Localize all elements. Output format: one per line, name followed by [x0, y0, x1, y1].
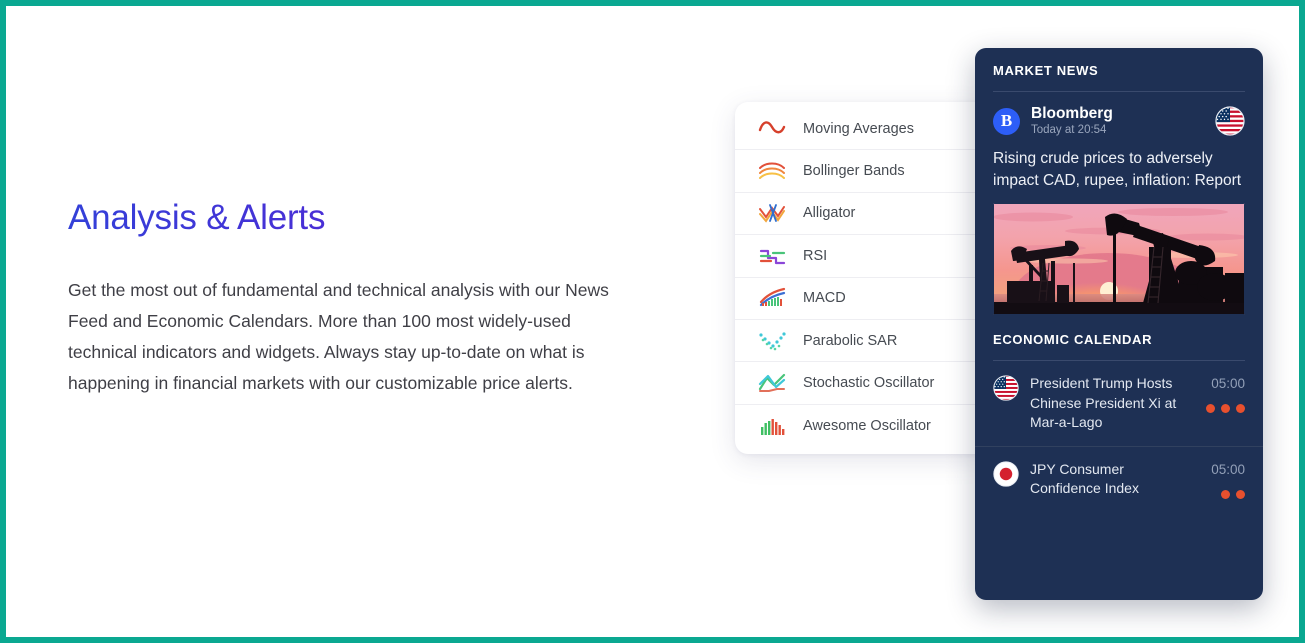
news-headline: Rising crude prices to adversely impact …: [993, 150, 1242, 189]
economic-calendar-header: ECONOMIC CALENDAR: [975, 315, 1263, 347]
us-flag-icon: [993, 375, 1019, 401]
alligator-icon: [759, 204, 785, 224]
page-title: Analysis & Alerts: [68, 196, 658, 244]
calendar-event-time: 05:00: [1211, 376, 1245, 391]
calendar-event-row[interactable]: JPY Consumer Confidence Index 05:00: [975, 447, 1263, 512]
impact-dot: [1236, 489, 1245, 499]
impact-dot: [1221, 489, 1230, 499]
bollinger-bands-icon: [759, 162, 785, 180]
indicator-item-bollinger-bands[interactable]: Bollinger Bands: [735, 150, 991, 193]
calendar-event-meta: 05:00: [1199, 460, 1245, 499]
news-source-name: Bloomberg: [1031, 105, 1113, 122]
indicator-label: RSI: [803, 247, 828, 264]
impact-dot: [1221, 404, 1230, 413]
indicator-label: Stochastic Oscillator: [803, 375, 935, 392]
impact-indicator: [1199, 404, 1245, 413]
indicator-label: MACD: [803, 290, 846, 307]
rsi-icon: [759, 249, 786, 264]
news-timestamp: Today at 20:54: [1031, 124, 1107, 136]
indicator-label: Alligator: [803, 205, 856, 222]
bloomberg-logo-icon: B: [993, 107, 1020, 135]
indicator-label: Moving Averages: [803, 120, 914, 137]
market-news-header: MARKET NEWS: [975, 48, 1263, 78]
indicator-item-stochastic-oscillator[interactable]: Stochastic Oscillator: [735, 362, 991, 405]
indicator-item-rsi[interactable]: RSI: [735, 235, 991, 278]
indicator-item-awesome-oscillator[interactable]: Awesome Oscillator: [735, 405, 991, 447]
news-article[interactable]: B Bloomberg Today at 20:54 Rising crude …: [975, 92, 1263, 315]
awesome-oscillator-icon: [761, 418, 785, 435]
indicator-item-macd[interactable]: MACD: [735, 278, 991, 320]
indicator-item-moving-averages[interactable]: Moving Averages: [735, 108, 991, 151]
page-frame: Analysis & Alerts Get the most out of fu…: [0, 0, 1305, 643]
intro-section: Analysis & Alerts Get the most out of fu…: [68, 196, 658, 399]
indicator-item-alligator[interactable]: Alligator: [735, 193, 991, 236]
indicator-item-parabolic-sar[interactable]: Parabolic SAR: [735, 320, 991, 363]
economic-calendar-title: ECONOMIC CALENDAR: [993, 332, 1153, 347]
news-thumbnail-image: [993, 203, 1245, 315]
page-description: Get the most out of fundamental and tech…: [68, 279, 609, 393]
technical-indicators-card: Moving Averages Bollinger Bands Alligato…: [735, 102, 991, 454]
news-source-meta: Bloomberg Today at 20:54: [1031, 105, 1215, 137]
macd-icon: [759, 288, 786, 307]
calendar-event-title: JPY Consumer Confidence Index: [1030, 460, 1139, 497]
impact-dot: [1236, 404, 1245, 413]
indicator-label: Parabolic SAR: [803, 332, 898, 349]
indicator-label: Bollinger Bands: [803, 163, 905, 180]
jp-flag-icon: [993, 460, 1019, 487]
calendar-event-row[interactable]: President Trump Hosts Chinese President …: [975, 361, 1263, 447]
stochastic-oscillator-icon: [758, 373, 786, 393]
indicator-label: Awesome Oscillator: [803, 417, 931, 434]
impact-dot: [1206, 404, 1215, 413]
news-source-row: B Bloomberg Today at 20:54: [993, 105, 1245, 137]
us-flag-icon: [1215, 106, 1245, 136]
calendar-event-meta: 05:00: [1199, 374, 1245, 413]
market-news-panel: MARKET NEWS B Bloomberg Today at 20:54 R…: [975, 48, 1263, 600]
moving-averages-icon: [758, 120, 786, 134]
calendar-event-time: 05:00: [1211, 461, 1245, 477]
parabolic-sar-icon: [759, 332, 786, 350]
market-news-title: MARKET NEWS: [993, 63, 1099, 78]
calendar-event-title: President Trump Hosts Chinese President …: [1030, 375, 1177, 430]
impact-indicator: [1199, 489, 1245, 499]
